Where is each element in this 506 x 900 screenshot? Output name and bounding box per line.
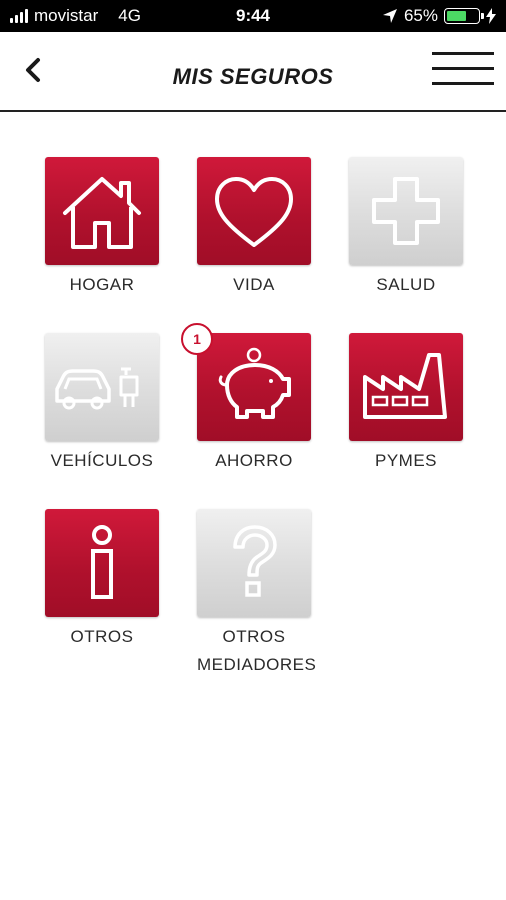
tile-label: AHORRO bbox=[215, 451, 293, 470]
battery-percent: 65% bbox=[403, 6, 438, 25]
tile-otros-mediadores[interactable]: OTROS MEDIADORES bbox=[197, 509, 317, 679]
tile-vehiculos[interactable]: VEHÍCULOS bbox=[45, 333, 159, 475]
tile-label-line2: MEDIADORES bbox=[197, 655, 317, 674]
tile-label: HOGAR bbox=[69, 275, 135, 294]
heart-icon bbox=[215, 177, 293, 247]
tile-label: VIDA bbox=[233, 275, 275, 294]
tile-label: OTROS MEDIADORES bbox=[197, 623, 317, 679]
hamburger-menu-button[interactable] bbox=[432, 52, 494, 92]
tile-hogar[interactable]: HOGAR bbox=[45, 157, 159, 299]
location-arrow-icon bbox=[382, 9, 397, 23]
tile-vida[interactable]: VIDA bbox=[197, 157, 311, 299]
cross-icon bbox=[372, 177, 440, 245]
tile-pymes-box[interactable] bbox=[349, 333, 463, 441]
info-icon bbox=[91, 525, 113, 599]
page-title: MIS SEGUROS bbox=[172, 64, 334, 89]
tile-label: OTROS bbox=[70, 627, 134, 646]
piggy-bank-icon bbox=[218, 347, 291, 419]
question-icon bbox=[233, 525, 277, 597]
battery-icon bbox=[444, 8, 484, 24]
tile-label: PYMES bbox=[374, 451, 438, 470]
tile-hogar-box[interactable] bbox=[45, 157, 159, 265]
tile-pymes[interactable]: PYMES bbox=[349, 333, 463, 475]
tile-salud-box[interactable] bbox=[349, 157, 463, 265]
tile-label: SALUD bbox=[376, 275, 436, 294]
tile-otros-mediadores-box[interactable] bbox=[197, 509, 311, 617]
battery-fill bbox=[447, 11, 466, 21]
status-right: 65% bbox=[382, 6, 496, 26]
factory-icon bbox=[363, 353, 447, 419]
tile-label: VEHÍCULOS bbox=[50, 451, 154, 470]
charging-bolt-icon bbox=[486, 8, 496, 24]
tile-label-line1: OTROS bbox=[222, 627, 286, 646]
tile-ahorro[interactable]: 1 AHORRO bbox=[181, 323, 311, 475]
notification-badge: 1 bbox=[181, 323, 213, 355]
car-scooter-icon bbox=[55, 367, 139, 410]
app-header: MIS SEGUROS bbox=[0, 32, 506, 112]
tile-otros[interactable]: OTROS bbox=[45, 509, 159, 651]
house-icon bbox=[63, 177, 141, 249]
tile-vehiculos-box[interactable] bbox=[45, 333, 159, 441]
status-bar: movistar 4G 9:44 65% bbox=[0, 0, 506, 32]
tile-ahorro-box[interactable] bbox=[197, 333, 311, 441]
tile-otros-box[interactable] bbox=[45, 509, 159, 617]
tile-vida-box[interactable] bbox=[197, 157, 311, 265]
tile-salud[interactable]: SALUD bbox=[349, 157, 463, 299]
